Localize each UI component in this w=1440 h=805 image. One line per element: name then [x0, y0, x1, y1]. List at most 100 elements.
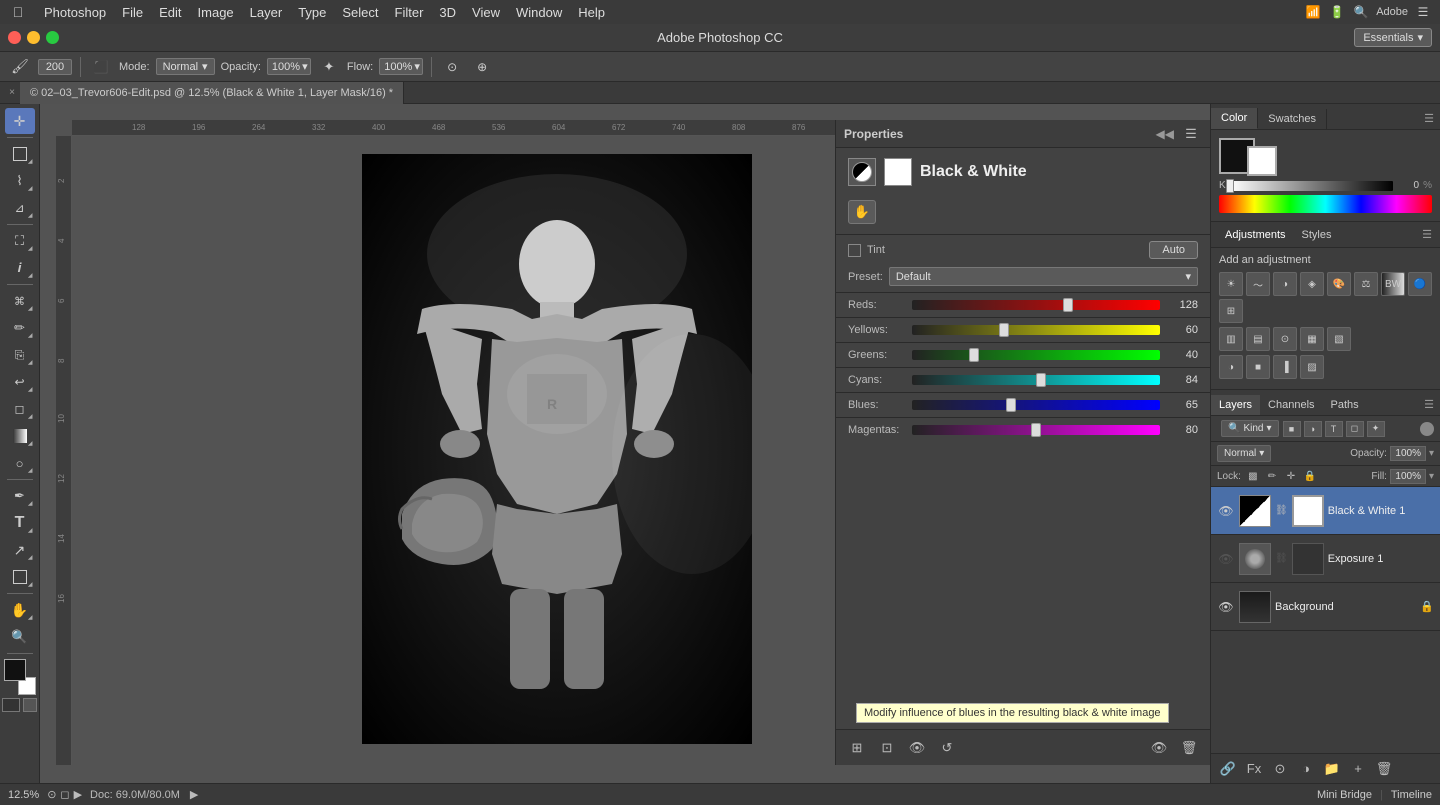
- cyans-thumb[interactable]: [1036, 373, 1046, 387]
- footer-visibility-icon[interactable]: 👁: [906, 737, 928, 759]
- menu-layer[interactable]: Layer: [242, 0, 291, 24]
- filter-pixel-icon[interactable]: ■: [1283, 421, 1301, 437]
- search-menu-icon[interactable]: 🔍: [1352, 3, 1370, 21]
- brush-pose-icon[interactable]: ⊕: [470, 55, 494, 79]
- airbrush-icon[interactable]: ✦: [317, 55, 341, 79]
- selective-adj-icon[interactable]: ⊙: [1273, 327, 1297, 351]
- color-tab[interactable]: Color: [1211, 108, 1258, 129]
- bw-mask-icon[interactable]: [884, 158, 912, 186]
- layers-menu-btn[interactable]: ☰: [1418, 394, 1440, 415]
- delete-layer-btn[interactable]: 🗑: [1373, 758, 1395, 780]
- paths-tab-btn[interactable]: Paths: [1323, 395, 1367, 415]
- preset-dropdown[interactable]: Default ▾: [889, 267, 1198, 286]
- new-layer-btn[interactable]: +: [1347, 758, 1369, 780]
- lock-all-icon[interactable]: 🔒: [1302, 468, 1318, 484]
- vibrance-adj-icon[interactable]: ◈: [1300, 272, 1324, 296]
- text-tool[interactable]: T ◢: [5, 510, 35, 536]
- patch-tool[interactable]: ⌘ ◢: [5, 288, 35, 314]
- tint-checkbox[interactable]: [848, 244, 861, 257]
- hsl-adj-icon[interactable]: 🎨: [1327, 272, 1351, 296]
- move-tool[interactable]: ✛: [5, 108, 35, 134]
- new-group-btn[interactable]: 📁: [1321, 758, 1343, 780]
- clone-stamp-tool[interactable]: ⎘ ◢: [5, 342, 35, 368]
- cyans-slider[interactable]: [912, 375, 1160, 385]
- gradient-adj-icon[interactable]: ▐: [1273, 355, 1297, 379]
- colorbalance-adj-icon[interactable]: ⚖: [1354, 272, 1378, 296]
- quick-mask-icon[interactable]: [2, 698, 20, 712]
- footer-delete-icon[interactable]: 🗑: [1178, 737, 1200, 759]
- brush-options-icon[interactable]: ⬛: [89, 55, 113, 79]
- filter-smart-icon[interactable]: ✦: [1367, 421, 1385, 437]
- channelmixer-adj-icon[interactable]: ⊞: [1219, 299, 1243, 323]
- target-adjust-tool[interactable]: ✋: [848, 200, 876, 224]
- fill-input[interactable]: 100%: [1390, 469, 1426, 484]
- menu-type[interactable]: Type: [290, 0, 334, 24]
- layer-exposure1-visibility[interactable]: 👁: [1217, 552, 1235, 566]
- status-proof-icon[interactable]: ◻: [60, 788, 69, 801]
- yellows-slider[interactable]: [912, 325, 1160, 335]
- exposure-adj-icon[interactable]: ◑: [1273, 272, 1297, 296]
- invert-adj-icon[interactable]: ◑: [1219, 355, 1243, 379]
- blues-slider[interactable]: [912, 400, 1160, 410]
- history-brush-tool[interactable]: ↩ ◢: [5, 369, 35, 395]
- menu-help[interactable]: Help: [570, 0, 613, 24]
- brush-tool[interactable]: ✏ ◢: [5, 315, 35, 341]
- layer-bw1[interactable]: 👁 ⛓ Black & White 1: [1211, 487, 1440, 535]
- opacity-input[interactable]: 100%: [1390, 446, 1426, 461]
- brightness-adj-icon[interactable]: ☀: [1219, 272, 1243, 296]
- status-expand-arrow[interactable]: ▶: [190, 788, 198, 801]
- solidcolor-adj-icon[interactable]: ■: [1246, 355, 1270, 379]
- menu-image[interactable]: Image: [190, 0, 242, 24]
- bw-layer-icon[interactable]: [848, 158, 876, 186]
- filter-toggle[interactable]: [1420, 422, 1434, 436]
- properties-menu-btn[interactable]: ☰: [1180, 123, 1202, 145]
- filter-shape-icon[interactable]: ◻: [1346, 421, 1364, 437]
- hand-tool[interactable]: ✋ ◢: [5, 597, 35, 623]
- k-track[interactable]: [1230, 181, 1393, 191]
- layer-exposure1[interactable]: 👁 ⛓ Exposure 1: [1211, 535, 1440, 583]
- footer-eye-icon[interactable]: 👁: [1148, 737, 1170, 759]
- tab-close-icon[interactable]: ×: [4, 82, 20, 104]
- menu-window[interactable]: Window: [508, 0, 570, 24]
- lock-position-icon[interactable]: ✛: [1283, 468, 1299, 484]
- timeline-button[interactable]: Timeline: [1391, 789, 1432, 801]
- auto-button[interactable]: Auto: [1149, 241, 1198, 259]
- menu-3d[interactable]: 3D: [431, 0, 464, 24]
- layer-style-btn[interactable]: Fx: [1243, 758, 1265, 780]
- menu-edit[interactable]: Edit: [151, 0, 189, 24]
- reds-thumb[interactable]: [1063, 298, 1073, 312]
- gradient-tool[interactable]: ◢: [5, 423, 35, 449]
- properties-expand-btn[interactable]: ◀◀: [1156, 127, 1174, 141]
- menu-file[interactable]: File: [114, 0, 151, 24]
- new-fill-adj-btn[interactable]: ◑: [1295, 758, 1317, 780]
- apple-menu[interactable]: : [8, 4, 28, 20]
- channels-tab-btn[interactable]: Channels: [1260, 395, 1322, 415]
- essentials-dropdown[interactable]: Essentials ▾: [1354, 28, 1432, 47]
- threshold-adj-icon[interactable]: ▦: [1300, 327, 1324, 351]
- kind-dropdown[interactable]: 🔍 Kind ▾: [1221, 420, 1279, 437]
- crop-tool[interactable]: ⛶ ◢: [5, 228, 35, 254]
- gradientmap-adj-icon[interactable]: ▤: [1246, 327, 1270, 351]
- lasso-tool[interactable]: ⌇ ◢: [5, 168, 35, 194]
- adjustments-tab[interactable]: Adjustments: [1219, 225, 1292, 245]
- layer-background[interactable]: 👁 Background 🔒: [1211, 583, 1440, 631]
- flow-value[interactable]: 100% ▾: [379, 58, 423, 75]
- maximize-button[interactable]: [46, 31, 59, 44]
- status-info-icon[interactable]: ⊙: [47, 788, 56, 801]
- color-spectrum-bar[interactable]: [1219, 195, 1432, 213]
- magentas-slider[interactable]: [912, 425, 1160, 435]
- close-button[interactable]: [8, 31, 21, 44]
- photofilter-adj-icon[interactable]: 🔵: [1408, 272, 1432, 296]
- levels-adj-icon[interactable]: ▥: [1219, 327, 1243, 351]
- yellows-thumb[interactable]: [999, 323, 1009, 337]
- footer-reset-icon[interactable]: ↺: [936, 737, 958, 759]
- screen-mode-icon[interactable]: [23, 698, 37, 712]
- background-swatch[interactable]: [1247, 146, 1277, 176]
- layer-bg-visibility[interactable]: 👁: [1217, 600, 1235, 614]
- color-panel-menu[interactable]: ☰: [1418, 108, 1440, 129]
- footer-mask-icon[interactable]: ⊡: [876, 737, 898, 759]
- layer-bw1-visibility[interactable]: 👁: [1217, 504, 1235, 518]
- pressure-icon[interactable]: ⊙: [440, 55, 464, 79]
- dodge-tool[interactable]: ○ ◢: [5, 450, 35, 476]
- document-tab[interactable]: © 02–03_Trevor606-Edit.psd @ 12.5% (Blac…: [20, 82, 404, 104]
